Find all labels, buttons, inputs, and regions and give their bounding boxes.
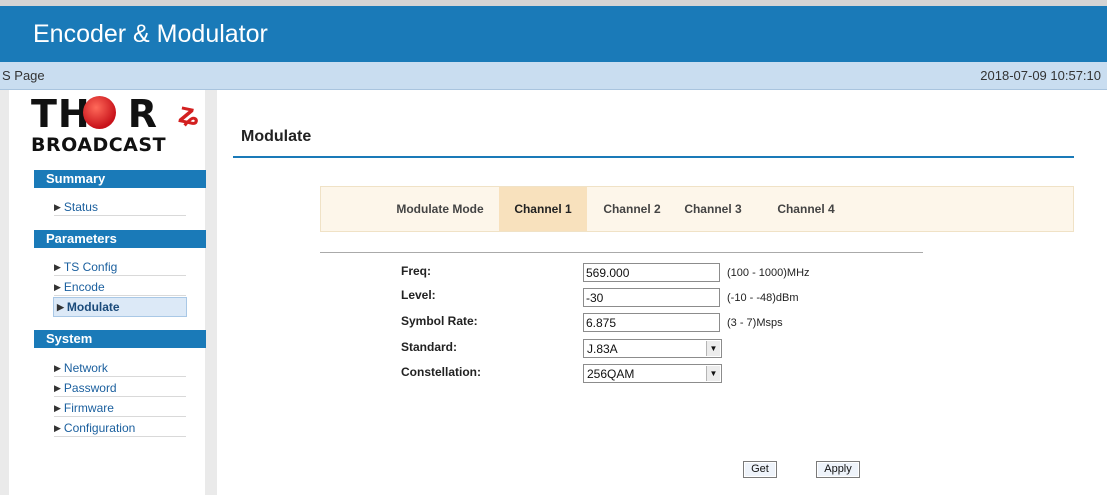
freq-input[interactable] bbox=[583, 263, 720, 282]
symbol-rate-range: (3 - 7)Msps bbox=[727, 317, 783, 329]
datetime: 2018-07-09 10:57:10 bbox=[980, 68, 1101, 83]
section-summary: Summary bbox=[34, 170, 206, 188]
section-parameters: Parameters bbox=[34, 230, 206, 248]
nav-status[interactable]: ▶ Status bbox=[54, 198, 186, 216]
page-title: Modulate bbox=[241, 128, 312, 145]
triangle-right-icon: ▶ bbox=[54, 202, 61, 212]
tab-channel-4[interactable]: Channel 4 bbox=[763, 187, 849, 231]
nav-password[interactable]: ▶ Password bbox=[54, 379, 186, 397]
symbol-rate-label: Symbol Rate: bbox=[401, 314, 478, 328]
get-button[interactable]: Get bbox=[743, 461, 777, 478]
nav-modulate[interactable]: ▶ Modulate bbox=[53, 297, 187, 317]
level-label: Level: bbox=[401, 288, 436, 302]
tab-channel-1[interactable]: Channel 1 bbox=[499, 187, 587, 231]
triangle-right-icon: ▶ bbox=[54, 383, 61, 393]
standard-label: Standard: bbox=[401, 340, 458, 354]
form-divider bbox=[320, 252, 923, 253]
tab-channel-2[interactable]: Channel 2 bbox=[592, 187, 672, 231]
title-divider bbox=[233, 156, 1074, 158]
chevron-down-icon: ▼ bbox=[706, 341, 720, 356]
logo-ball-icon bbox=[83, 96, 116, 129]
title-bar: Encoder & Modulator bbox=[0, 0, 1107, 62]
lightning-bolt-icon: ʑ bbox=[175, 96, 203, 133]
nav-encode[interactable]: ▶ Encode bbox=[54, 278, 186, 296]
channel-tabbar: Modulate Mode Channel 1 Channel 2 Channe… bbox=[320, 186, 1074, 232]
constellation-value: 256QAM bbox=[587, 367, 635, 381]
nav-network[interactable]: ▶ Network bbox=[54, 359, 186, 377]
triangle-right-icon: ▶ bbox=[54, 363, 61, 373]
section-system: System bbox=[34, 330, 206, 348]
tab-channel-3[interactable]: Channel 3 bbox=[677, 187, 749, 231]
symbol-rate-input[interactable] bbox=[583, 313, 720, 332]
nav-configuration[interactable]: ▶ Configuration bbox=[54, 419, 186, 437]
logo-subtitle: BROADCAST bbox=[31, 134, 167, 156]
tab-modulate-mode[interactable]: Modulate Mode bbox=[387, 187, 493, 231]
sub-bar: S Page 2018-07-09 10:57:10 bbox=[0, 62, 1107, 90]
triangle-right-icon: ▶ bbox=[54, 262, 61, 272]
standard-select[interactable]: J.83A ▼ bbox=[583, 339, 722, 358]
app-title: Encoder & Modulator bbox=[33, 20, 268, 48]
chevron-down-icon: ▼ bbox=[706, 366, 720, 381]
triangle-right-icon: ▶ bbox=[54, 403, 61, 413]
page-label: S Page bbox=[2, 68, 45, 83]
left-gutter bbox=[0, 90, 9, 495]
triangle-right-icon: ▶ bbox=[54, 282, 61, 292]
thor-broadcast-logo: TH R ʑ BROADCAST bbox=[31, 94, 211, 158]
triangle-right-icon: ▶ bbox=[57, 302, 64, 312]
level-range: (-10 - -48)dBm bbox=[727, 292, 799, 304]
triangle-right-icon: ▶ bbox=[54, 423, 61, 433]
sidebar: TH R ʑ BROADCAST Summary ▶ Status Paramete… bbox=[9, 90, 206, 495]
level-input[interactable] bbox=[583, 288, 720, 307]
nav-firmware[interactable]: ▶ Firmware bbox=[54, 399, 186, 417]
standard-value: J.83A bbox=[587, 342, 618, 356]
constellation-select[interactable]: 256QAM ▼ bbox=[583, 364, 722, 383]
nav-ts-config[interactable]: ▶ TS Config bbox=[54, 258, 186, 276]
apply-button[interactable]: Apply bbox=[816, 461, 860, 478]
freq-label: Freq: bbox=[401, 264, 431, 278]
freq-range: (100 - 1000)MHz bbox=[727, 267, 810, 279]
constellation-label: Constellation: bbox=[401, 365, 481, 379]
